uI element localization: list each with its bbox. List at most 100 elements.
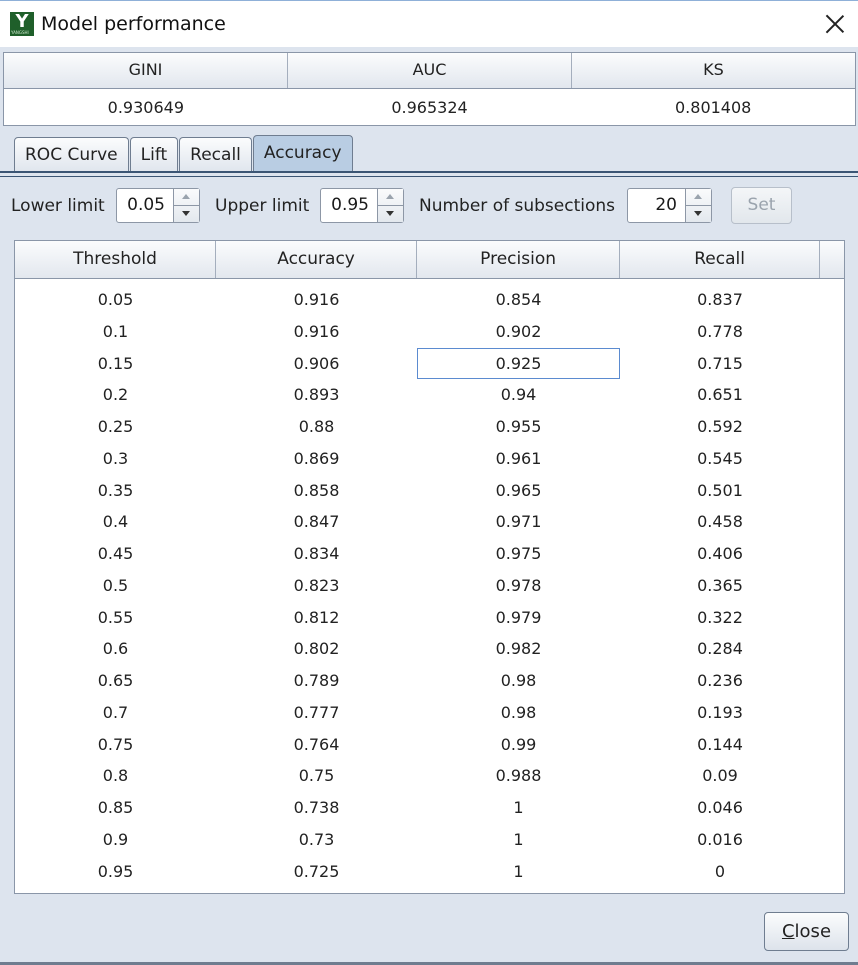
set-button[interactable]: Set [731, 187, 792, 224]
cell-threshold[interactable]: 0.7 [15, 697, 216, 729]
table-row[interactable]: 0.55 0.812 0.979 0.322 [15, 602, 844, 634]
table-row[interactable]: 0.4 0.847 0.971 0.458 [15, 506, 844, 538]
table-row[interactable]: 0.9 0.73 1 0.016 [15, 824, 844, 856]
cell-precision[interactable]: 0.965 [417, 475, 620, 507]
cell-accuracy[interactable]: 0.738 [216, 792, 417, 824]
cell-accuracy[interactable]: 0.906 [216, 348, 417, 380]
cell-accuracy[interactable]: 0.823 [216, 570, 417, 602]
metric-value-auc[interactable]: 0.965324 [288, 89, 572, 126]
cell-precision[interactable]: 1 [417, 856, 620, 888]
cell-threshold[interactable]: 0.15 [15, 348, 216, 380]
cell-recall[interactable]: 0.09 [620, 760, 820, 792]
cell-threshold[interactable]: 0.65 [15, 665, 216, 697]
table-row[interactable]: 0.05 0.916 0.854 0.837 [15, 284, 844, 316]
table-row[interactable]: 0.95 0.725 1 0 [15, 856, 844, 888]
lower-limit-spinner[interactable]: 0.05 [116, 188, 200, 223]
cell-recall[interactable]: 0.144 [620, 729, 820, 761]
cell-recall[interactable]: 0.592 [620, 411, 820, 443]
spinner-up-icon[interactable] [174, 189, 199, 206]
cell-recall[interactable]: 0.837 [620, 284, 820, 316]
spinner-up-icon[interactable] [686, 189, 711, 206]
cell-accuracy[interactable]: 0.88 [216, 411, 417, 443]
cell-accuracy[interactable]: 0.73 [216, 824, 417, 856]
cell-recall[interactable]: 0.236 [620, 665, 820, 697]
cell-recall[interactable]: 0.545 [620, 443, 820, 475]
cell-precision[interactable]: 1 [417, 792, 620, 824]
cell-recall[interactable]: 0.016 [620, 824, 820, 856]
cell-accuracy[interactable]: 0.764 [216, 729, 417, 761]
cell-accuracy[interactable]: 0.858 [216, 475, 417, 507]
cell-precision[interactable]: 0.902 [417, 316, 620, 348]
cell-recall[interactable]: 0.651 [620, 379, 820, 411]
cell-threshold[interactable]: 0.1 [15, 316, 216, 348]
cell-precision[interactable]: 0.988 [417, 760, 620, 792]
close-icon[interactable] [824, 13, 846, 35]
spinner-down-icon[interactable] [174, 206, 199, 222]
table-row[interactable]: 0.6 0.802 0.982 0.284 [15, 633, 844, 665]
table-row[interactable]: 0.1 0.916 0.902 0.778 [15, 316, 844, 348]
metric-value-ks[interactable]: 0.801408 [571, 89, 855, 126]
cell-accuracy[interactable]: 0.834 [216, 538, 417, 570]
lower-limit-input[interactable]: 0.05 [117, 189, 173, 222]
cell-threshold[interactable]: 0.05 [15, 284, 216, 316]
table-row[interactable]: 0.3 0.869 0.961 0.545 [15, 443, 844, 475]
cell-threshold[interactable]: 0.2 [15, 379, 216, 411]
cell-accuracy[interactable]: 0.869 [216, 443, 417, 475]
cell-precision[interactable]: 0.978 [417, 570, 620, 602]
cell-recall[interactable]: 0.365 [620, 570, 820, 602]
cell-recall[interactable]: 0.715 [620, 348, 820, 380]
cell-precision[interactable]: 0.961 [417, 443, 620, 475]
cell-threshold[interactable]: 0.5 [15, 570, 216, 602]
cell-threshold[interactable]: 0.45 [15, 538, 216, 570]
table-row[interactable]: 0.8 0.75 0.988 0.09 [15, 760, 844, 792]
cell-precision[interactable]: 0.982 [417, 633, 620, 665]
cell-accuracy[interactable]: 0.916 [216, 284, 417, 316]
cell-recall[interactable]: 0.406 [620, 538, 820, 570]
column-header-accuracy[interactable]: Accuracy [216, 241, 418, 278]
cell-threshold[interactable]: 0.95 [15, 856, 216, 888]
cell-accuracy[interactable]: 0.777 [216, 697, 417, 729]
table-row[interactable]: 0.35 0.858 0.965 0.501 [15, 475, 844, 507]
cell-precision[interactable]: 0.98 [417, 697, 620, 729]
cell-precision[interactable]: 0.979 [417, 602, 620, 634]
cell-precision[interactable]: 0.854 [417, 284, 620, 316]
cell-threshold[interactable]: 0.35 [15, 475, 216, 507]
table-row[interactable]: 0.2 0.893 0.94 0.651 [15, 379, 844, 411]
tab-recall[interactable]: Recall [179, 137, 252, 173]
cell-threshold[interactable]: 0.8 [15, 760, 216, 792]
cell-precision[interactable]: 0.925 [417, 347, 620, 380]
cell-accuracy[interactable]: 0.789 [216, 665, 417, 697]
close-button[interactable]: Close [764, 912, 849, 951]
cell-accuracy[interactable]: 0.893 [216, 379, 417, 411]
cell-precision[interactable]: 0.971 [417, 506, 620, 538]
cell-threshold[interactable]: 0.3 [15, 443, 216, 475]
table-row[interactable]: 0.5 0.823 0.978 0.365 [15, 570, 844, 602]
spinner-up-icon[interactable] [378, 189, 403, 206]
cell-recall[interactable]: 0.193 [620, 697, 820, 729]
cell-threshold[interactable]: 0.4 [15, 506, 216, 538]
cell-precision[interactable]: 0.98 [417, 665, 620, 697]
subsections-spinner[interactable]: 20 [627, 188, 712, 223]
cell-threshold[interactable]: 0.75 [15, 729, 216, 761]
cell-threshold[interactable]: 0.9 [15, 824, 216, 856]
table-row[interactable]: 0.75 0.764 0.99 0.144 [15, 729, 844, 761]
cell-threshold[interactable]: 0.85 [15, 792, 216, 824]
column-header-recall[interactable]: Recall [620, 241, 821, 278]
table-row[interactable]: 0.85 0.738 1 0.046 [15, 792, 844, 824]
upper-limit-input[interactable]: 0.95 [321, 189, 377, 222]
table-row[interactable]: 0.25 0.88 0.955 0.592 [15, 411, 844, 443]
cell-accuracy[interactable]: 0.812 [216, 602, 417, 634]
cell-threshold[interactable]: 0.55 [15, 602, 216, 634]
cell-precision[interactable]: 0.99 [417, 729, 620, 761]
cell-threshold[interactable]: 0.6 [15, 633, 216, 665]
cell-accuracy[interactable]: 0.725 [216, 856, 417, 888]
cell-accuracy[interactable]: 0.847 [216, 506, 417, 538]
cell-recall[interactable]: 0.046 [620, 792, 820, 824]
cell-precision[interactable]: 1 [417, 824, 620, 856]
tab-accuracy[interactable]: Accuracy [252, 135, 353, 173]
cell-accuracy[interactable]: 0.75 [216, 760, 417, 792]
cell-recall[interactable]: 0.322 [620, 602, 820, 634]
cell-recall[interactable]: 0.501 [620, 475, 820, 507]
spinner-down-icon[interactable] [686, 206, 711, 222]
metric-header-auc[interactable]: AUC [288, 53, 572, 88]
